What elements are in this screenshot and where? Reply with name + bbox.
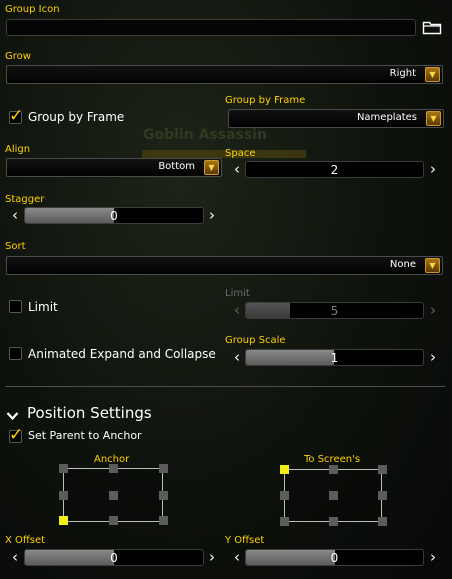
limit-slider[interactable]: 5 xyxy=(245,302,424,319)
stagger-increment-arrow[interactable]: › xyxy=(207,207,217,224)
group-by-frame-value: Nameplates xyxy=(356,112,417,123)
space-decrement-arrow[interactable]: ‹ xyxy=(232,161,242,178)
limit-increment-arrow[interactable]: › xyxy=(428,302,438,319)
group-icon-input[interactable] xyxy=(6,19,416,36)
x-offset-value: 0 xyxy=(110,551,118,565)
animated-expand-label: Animated Expand and Collapse xyxy=(28,347,216,361)
group-by-frame-toggle-label: Group by Frame xyxy=(28,110,125,124)
to-screen-point-bottomleft[interactable] xyxy=(280,517,289,526)
align-value: Bottom xyxy=(158,161,195,172)
x-offset-increment-arrow[interactable]: › xyxy=(207,549,217,566)
sort-dropdown[interactable]: None ▼ xyxy=(6,256,443,275)
collapse-chevron-icon[interactable] xyxy=(6,406,19,421)
to-screen-label: To Screen's xyxy=(304,454,361,465)
group-by-frame-select-label: Group by Frame xyxy=(225,95,306,106)
anchor-point-top[interactable] xyxy=(109,464,118,473)
align-dropdown[interactable]: Bottom ▼ xyxy=(6,158,222,177)
space-slider[interactable]: 2 xyxy=(245,161,424,178)
y-offset-label: Y Offset xyxy=(225,535,265,546)
set-parent-label: Set Parent to Anchor xyxy=(28,429,142,442)
align-label: Align xyxy=(5,144,31,155)
grow-value: Right xyxy=(389,68,416,79)
group-by-frame-dropdown[interactable]: Nameplates ▼ xyxy=(228,109,444,128)
grow-label: Grow xyxy=(5,51,31,62)
section-divider xyxy=(5,386,445,387)
space-increment-arrow[interactable]: › xyxy=(428,161,438,178)
to-screen-point-topright[interactable] xyxy=(378,465,387,474)
group-icon-label: Group Icon xyxy=(5,4,60,15)
chevron-down-icon[interactable]: ▼ xyxy=(425,67,440,82)
sort-label: Sort xyxy=(5,241,26,252)
limit-toggle-label: Limit xyxy=(28,300,58,314)
anchor-point-center[interactable] xyxy=(109,491,118,500)
chevron-down-icon[interactable]: ▼ xyxy=(425,258,440,273)
to-screen-point-left[interactable] xyxy=(280,491,289,500)
limit-decrement-arrow[interactable]: ‹ xyxy=(232,302,242,319)
to-screen-point-top[interactable] xyxy=(329,465,338,474)
animated-expand-checkbox[interactable] xyxy=(9,347,22,360)
group-scale-decrement-arrow[interactable]: ‹ xyxy=(232,349,242,366)
background-nameplate-bar xyxy=(142,150,306,158)
grow-dropdown[interactable]: Right ▼ xyxy=(6,65,443,84)
anchor-point-left[interactable] xyxy=(59,491,68,500)
x-offset-label: X Offset xyxy=(5,535,46,546)
to-screen-point-center[interactable] xyxy=(329,491,338,500)
y-offset-value: 0 xyxy=(330,551,339,565)
y-offset-decrement-arrow[interactable]: ‹ xyxy=(232,549,242,566)
y-offset-increment-arrow[interactable]: › xyxy=(428,549,438,566)
to-screen-point-topleft[interactable] xyxy=(280,465,289,474)
limit-slider-label: Limit xyxy=(225,288,250,299)
group-scale-value: 1 xyxy=(330,351,339,365)
checkmark-icon: ✓ xyxy=(9,106,24,126)
checkmark-icon: ✓ xyxy=(9,425,24,445)
x-offset-decrement-arrow[interactable]: ‹ xyxy=(10,549,20,566)
stagger-value: 0 xyxy=(110,209,118,223)
anchor-point-topright[interactable] xyxy=(159,464,168,473)
group-scale-slider[interactable]: 1 xyxy=(245,349,424,366)
set-parent-checkbox[interactable]: ✓ xyxy=(9,425,23,445)
sort-value: None xyxy=(389,259,416,270)
stagger-slider[interactable]: 0 xyxy=(24,207,204,224)
folder-icon[interactable] xyxy=(422,18,442,36)
to-screen-point-bottomright[interactable] xyxy=(378,517,387,526)
group-scale-label: Group Scale xyxy=(225,335,286,346)
anchor-point-topleft[interactable] xyxy=(59,464,68,473)
x-offset-slider[interactable]: 0 xyxy=(24,549,204,566)
limit-checkbox[interactable] xyxy=(9,300,22,313)
anchor-point-bottomright[interactable] xyxy=(159,516,168,525)
background-nameplate: Goblin Assassin xyxy=(143,127,267,143)
limit-value: 5 xyxy=(330,304,339,318)
anchor-point-bottom[interactable] xyxy=(109,516,118,525)
stagger-label: Stagger xyxy=(5,194,45,205)
stagger-decrement-arrow[interactable]: ‹ xyxy=(10,207,20,224)
position-settings-header[interactable]: Position Settings xyxy=(27,404,152,422)
anchor-point-bottomleft[interactable] xyxy=(59,516,68,525)
to-screen-point-bottom[interactable] xyxy=(329,517,338,526)
to-screen-point-right[interactable] xyxy=(378,491,387,500)
anchor-point-right[interactable] xyxy=(159,491,168,500)
chevron-down-icon[interactable]: ▼ xyxy=(204,160,219,175)
space-value: 2 xyxy=(330,163,339,177)
group-scale-increment-arrow[interactable]: › xyxy=(428,349,438,366)
space-label: Space xyxy=(225,148,256,159)
chevron-down-icon[interactable]: ▼ xyxy=(426,111,441,126)
y-offset-slider[interactable]: 0 xyxy=(245,549,424,566)
group-by-frame-checkbox[interactable]: ✓ xyxy=(9,106,23,126)
